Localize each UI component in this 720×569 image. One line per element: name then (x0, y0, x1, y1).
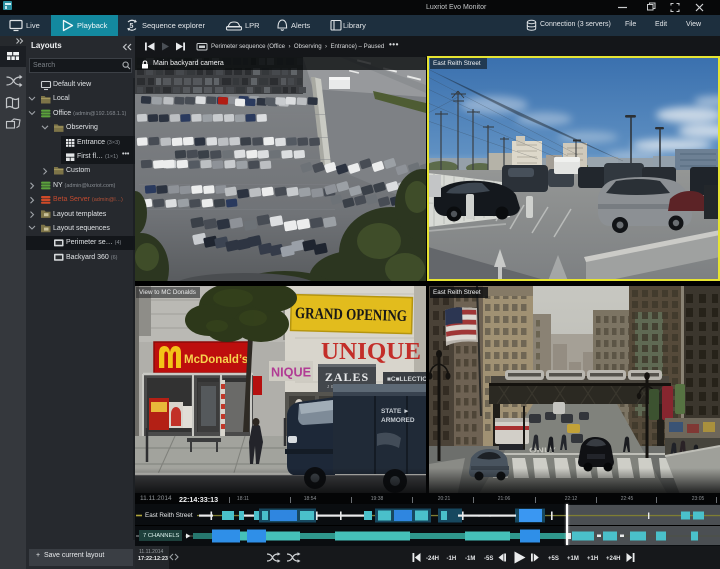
svg-text:McDonald’s: McDonald’s (184, 354, 248, 366)
svg-text:ARMORED: ARMORED (381, 417, 415, 424)
svg-text:-1H: -1H (447, 556, 457, 562)
svg-text:STATE ►: STATE ► (381, 408, 410, 415)
svg-text:GRAND OPENING: GRAND OPENING (295, 305, 408, 325)
svg-text:+1M: +1M (567, 556, 579, 562)
svg-text:■C■LLECTION: ■C■LLECTION (387, 376, 426, 383)
svg-text:+1H: +1H (587, 556, 598, 562)
svg-text:-5S: -5S (484, 556, 493, 562)
svg-text:-1M: -1M (465, 556, 475, 562)
svg-text:NIQUE: NIQUE (271, 365, 311, 380)
svg-text:+24H: +24H (606, 556, 621, 562)
svg-text:UNIQUE: UNIQUE (321, 339, 421, 365)
svg-text:ZALES: ZALES (325, 370, 369, 384)
svg-text:-24H: -24H (426, 556, 439, 562)
svg-text:+5S: +5S (548, 556, 559, 562)
